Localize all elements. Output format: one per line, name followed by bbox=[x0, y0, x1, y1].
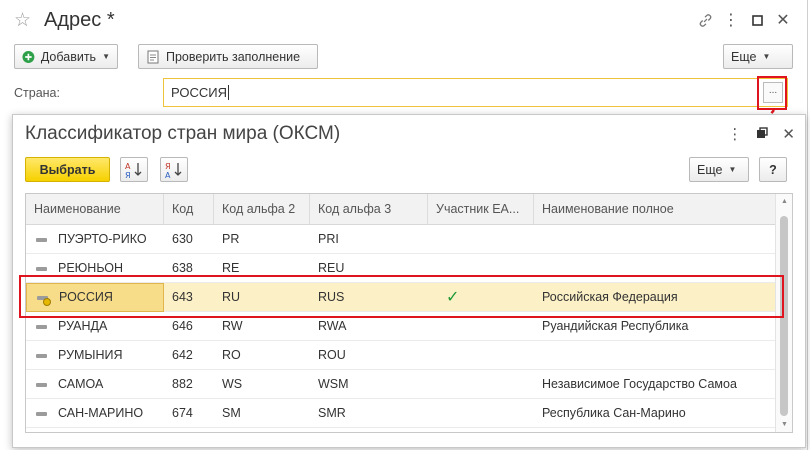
code-cell: 642 bbox=[172, 348, 193, 362]
table-body: ПУЭРТО-РИКО 630 PR PRI РЕЮНЬОН 638 RE REU РОССИЯ… bbox=[26, 225, 776, 428]
close-icon[interactable]: ✕ bbox=[773, 10, 793, 30]
scroll-up-icon[interactable]: ▲ bbox=[781, 198, 788, 205]
code-cell: 630 bbox=[172, 232, 193, 246]
eaeu-cell bbox=[428, 341, 534, 370]
table-row[interactable]: САМОА 882 WS WSM Независимое Государство Сам… bbox=[26, 370, 776, 399]
svg-text:Я: Я bbox=[125, 171, 131, 179]
dropdown-caret-icon: ▼ bbox=[102, 52, 110, 61]
country-name-cell: РУМЫНИЯ bbox=[26, 341, 164, 370]
code-cell: 674 bbox=[172, 406, 193, 420]
dialog-controls: ⋮ ✕ bbox=[727, 125, 795, 143]
link-icon[interactable] bbox=[695, 10, 715, 30]
country-name-cell: САМОА bbox=[26, 370, 164, 399]
a3-cell: PRI bbox=[318, 232, 339, 246]
table-header: Наименование Код Код альфа 2 Код альфа 3… bbox=[26, 194, 776, 225]
svg-text:Я: Я bbox=[165, 162, 171, 171]
country-name: ПУЭРТО-РИКО bbox=[58, 232, 147, 246]
dialog-title: Классификатор стран мира (ОКСМ) bbox=[25, 123, 341, 144]
check-fill-label: Проверить заполнение bbox=[166, 49, 301, 64]
eaeu-cell bbox=[428, 399, 534, 428]
element-icon bbox=[36, 324, 47, 329]
element-icon bbox=[36, 382, 47, 387]
full-cell: Независимое Государство Самоа bbox=[542, 377, 737, 391]
dialog-more-label: Еще bbox=[697, 162, 723, 177]
form-title: Адрес * bbox=[44, 9, 115, 31]
more-button-label: Еще bbox=[731, 49, 757, 64]
maximize-icon[interactable] bbox=[747, 10, 767, 30]
check-icon bbox=[436, 347, 446, 364]
favorite-star-icon[interactable]: ☆ bbox=[14, 11, 31, 30]
eaeu-cell bbox=[428, 370, 534, 399]
a2-cell: RO bbox=[222, 348, 241, 362]
more-button[interactable]: Еще ▼ bbox=[723, 44, 793, 69]
check-icon bbox=[436, 405, 446, 422]
dropdown-caret-icon: ▼ bbox=[762, 52, 771, 61]
a3-cell: SMR bbox=[318, 406, 346, 420]
help-button[interactable]: ? bbox=[759, 157, 787, 182]
document-check-icon bbox=[147, 50, 159, 63]
country-name: САМОА bbox=[58, 377, 104, 391]
element-icon bbox=[36, 411, 47, 416]
country-input-value: РОССИЯ bbox=[171, 85, 228, 100]
column-header[interactable]: Код bbox=[164, 194, 214, 225]
table-row[interactable]: РУМЫНИЯ 642 RO ROU bbox=[26, 341, 776, 370]
country-input[interactable]: РОССИЯ bbox=[163, 78, 788, 107]
svg-text:А: А bbox=[125, 162, 131, 171]
country-name: САН-МАРИНО bbox=[58, 406, 144, 420]
add-button-label: Добавить bbox=[40, 49, 97, 64]
a3-cell: WSM bbox=[318, 377, 349, 391]
full-cell bbox=[534, 225, 776, 254]
full-cell bbox=[534, 341, 776, 370]
more-vertical-icon[interactable]: ⋮ bbox=[727, 125, 742, 143]
country-name: РУМЫНИЯ bbox=[58, 348, 123, 362]
check-icon bbox=[436, 318, 446, 335]
column-header[interactable]: Наименование bbox=[26, 194, 164, 225]
table-row[interactable]: САН-МАРИНО 674 SM SMR Республика Сан-Марино bbox=[26, 399, 776, 428]
sort-ascending-icon[interactable]: АЯ bbox=[120, 157, 148, 182]
table-row[interactable]: ПУЭРТО-РИКО 630 PR PRI bbox=[26, 225, 776, 254]
full-cell: Республика Сан-Марино bbox=[542, 406, 686, 420]
column-header[interactable]: Код альфа 3 bbox=[310, 194, 428, 225]
highlight-selected-row bbox=[19, 275, 784, 318]
sort-descending-icon[interactable]: ЯА bbox=[160, 157, 188, 182]
add-plus-icon bbox=[22, 50, 35, 63]
element-icon bbox=[36, 266, 47, 271]
column-header[interactable]: Участник ЕА... bbox=[428, 194, 534, 225]
more-vertical-icon[interactable]: ⋮ bbox=[721, 10, 741, 30]
check-icon bbox=[436, 376, 446, 393]
dialog-more-button[interactable]: Еще ▼ bbox=[689, 157, 749, 182]
window-controls: ⋮ ✕ bbox=[695, 10, 793, 30]
highlight-choose-button bbox=[757, 76, 787, 110]
country-label: Страна: bbox=[14, 86, 60, 100]
check-fill-button[interactable]: Проверить заполнение bbox=[138, 44, 318, 69]
a2-cell: SM bbox=[222, 406, 241, 420]
add-button[interactable]: Добавить ▼ bbox=[14, 44, 118, 69]
eaeu-cell bbox=[428, 225, 534, 254]
element-icon bbox=[36, 237, 47, 242]
svg-text:А: А bbox=[165, 171, 171, 179]
a2-cell: WS bbox=[222, 377, 243, 391]
country-name-cell: ПУЭРТО-РИКО bbox=[26, 225, 164, 254]
country-name-cell: САН-МАРИНО bbox=[26, 399, 164, 428]
code-cell: 882 bbox=[172, 377, 193, 391]
select-button[interactable]: Выбрать bbox=[25, 157, 110, 182]
a3-cell: ROU bbox=[318, 348, 346, 362]
close-icon[interactable]: ✕ bbox=[782, 125, 795, 143]
window-mode-icon[interactable] bbox=[756, 126, 769, 143]
element-icon bbox=[36, 353, 47, 358]
check-icon bbox=[436, 231, 446, 248]
dropdown-caret-icon: ▼ bbox=[728, 165, 737, 174]
column-header[interactable]: Код альфа 2 bbox=[214, 194, 310, 225]
a2-cell: PR bbox=[222, 232, 240, 246]
scroll-down-icon[interactable]: ▼ bbox=[781, 421, 788, 428]
column-header[interactable]: Наименование полное bbox=[534, 194, 776, 225]
